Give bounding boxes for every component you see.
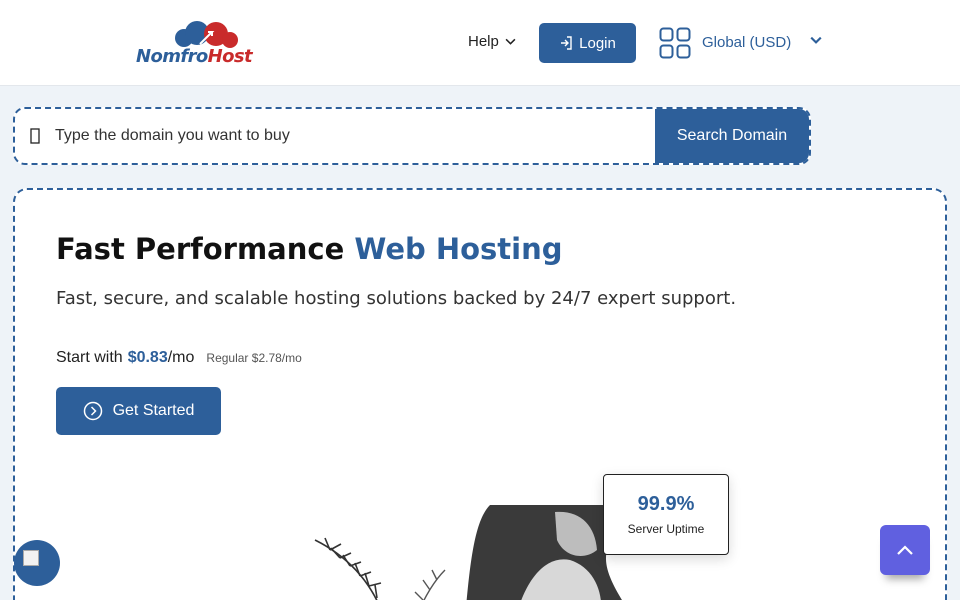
price-amount: $0.83 (127, 349, 168, 366)
chat-widget-button[interactable] (14, 540, 60, 586)
grid-icon[interactable] (659, 27, 691, 59)
uptime-value: 99.9% (637, 493, 695, 515)
domain-search-bar: Search Domain (13, 107, 811, 165)
price-info: Start with $0.83 /mo Regular $2.78/mo (56, 349, 302, 367)
logo[interactable]: NomfroHost (136, 20, 264, 67)
broken-image-icon (23, 550, 39, 566)
site-header: NomfroHost Help Login Global (USD) (0, 0, 960, 86)
help-menu[interactable]: Help (468, 33, 516, 50)
arrow-circle-right-icon (83, 401, 102, 421)
price-prefix: Start with (56, 349, 123, 366)
domain-search-input[interactable] (55, 109, 655, 163)
help-label: Help (468, 33, 499, 50)
price-suffix: /mo (167, 349, 195, 366)
get-started-button[interactable]: Get Started (56, 387, 221, 435)
currency-select[interactable]: Global (USD) (702, 34, 791, 51)
uptime-badge: 99.9% Server Uptime (603, 474, 729, 555)
hero-subtitle: Fast, secure, and scalable hosting solut… (56, 288, 737, 309)
chevron-down-icon (505, 38, 516, 45)
scroll-to-top-button[interactable] (880, 525, 930, 575)
regular-price: Regular $2.78/mo (206, 351, 302, 365)
get-started-label: Get Started (112, 402, 195, 419)
hero-title-accent: Web Hosting (354, 232, 563, 266)
hero-title: Fast Performance Web Hosting (56, 232, 563, 266)
chevron-down-icon[interactable] (810, 34, 822, 46)
chevron-up-icon (897, 545, 913, 555)
search-domain-button[interactable]: Search Domain (655, 109, 809, 163)
hero-illustration (314, 505, 623, 600)
login-icon (561, 36, 572, 50)
login-button[interactable]: Login (539, 23, 636, 63)
login-label: Login (579, 34, 616, 52)
hero-section: Fast Performance Web Hosting Fast, secur… (13, 188, 947, 600)
search-icon (15, 109, 55, 163)
uptime-label: Server Uptime (627, 522, 705, 536)
logo-wordmark: NomfroHost (136, 46, 253, 67)
